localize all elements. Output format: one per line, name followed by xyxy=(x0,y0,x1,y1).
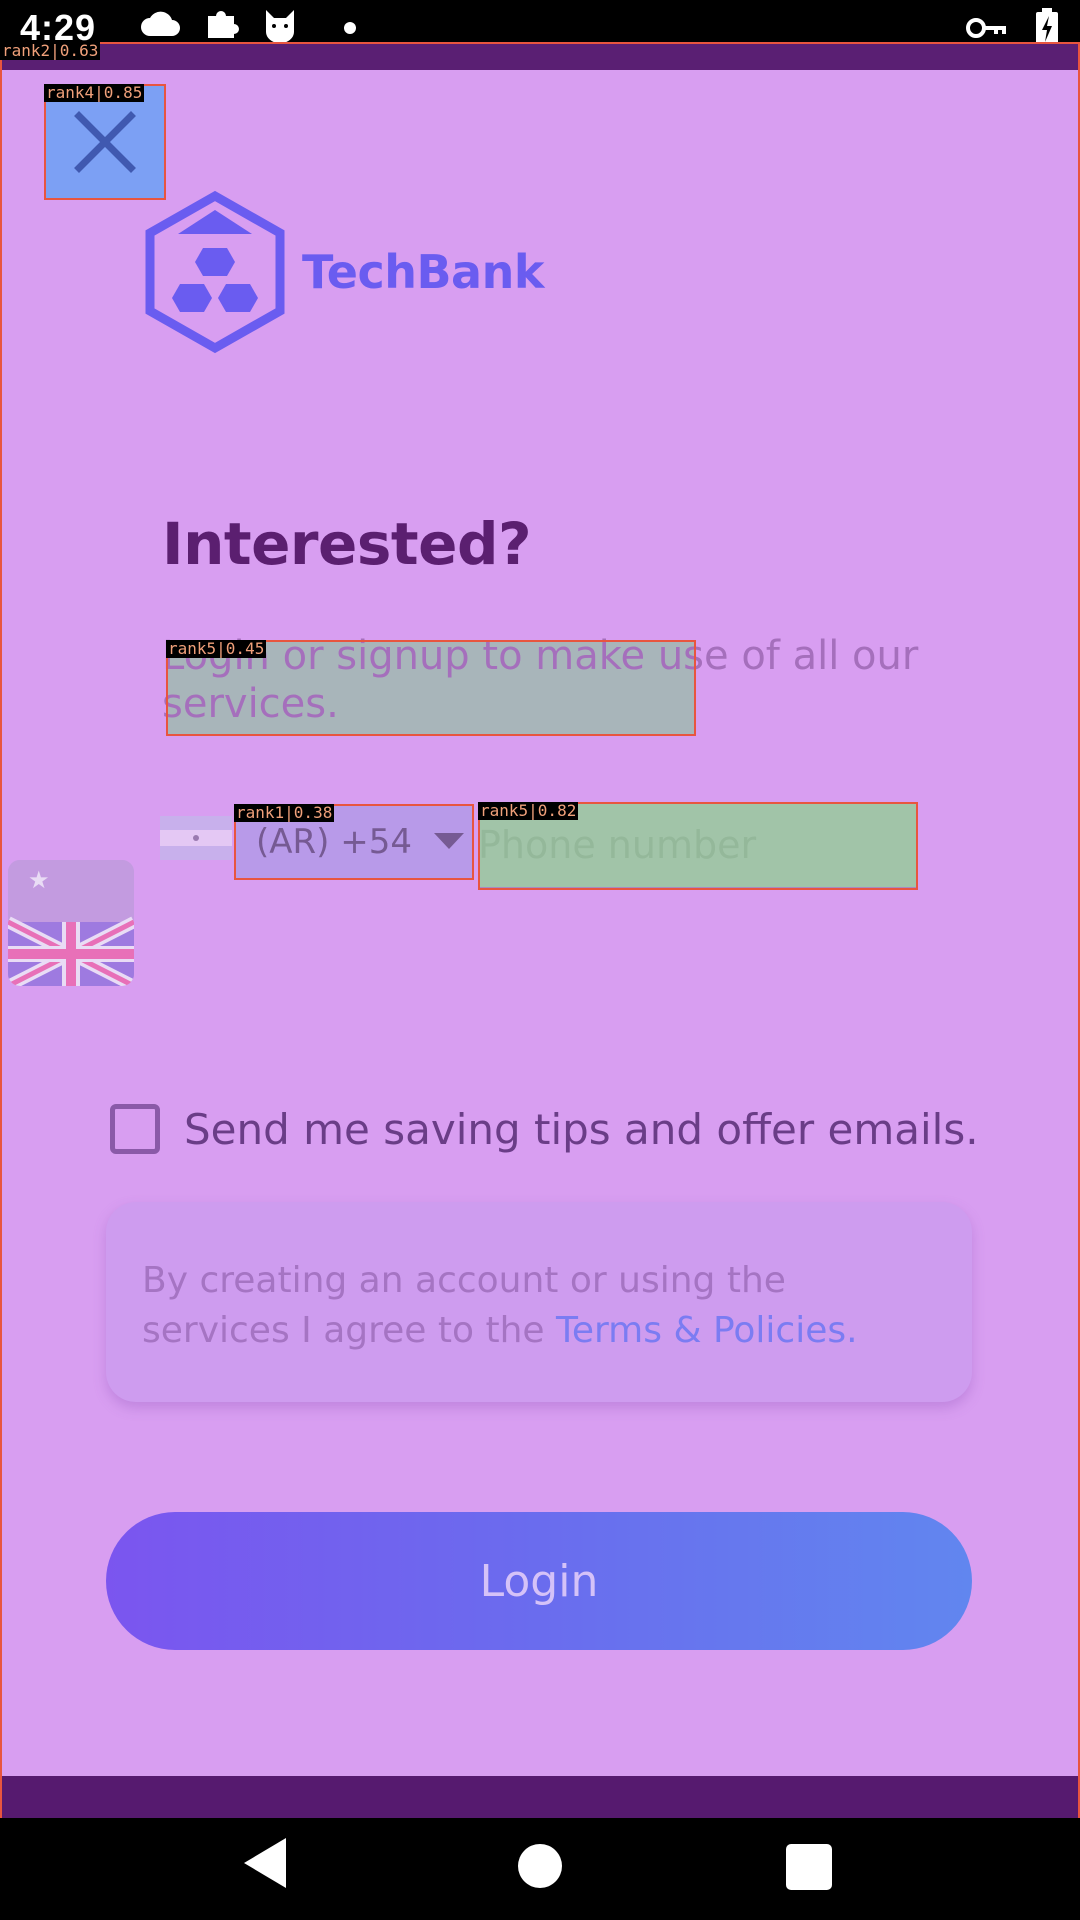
puzzle-icon xyxy=(208,11,239,38)
back-icon[interactable] xyxy=(242,1836,288,1890)
status-icons-left xyxy=(140,6,360,42)
overlay-box-country: rank1|0.38 xyxy=(234,804,474,880)
overlay-label: rank1|0.38 xyxy=(234,803,335,822)
recents-icon[interactable] xyxy=(786,1844,832,1890)
overlay-box-app: rank2|0.63 xyxy=(0,42,1080,1820)
overlay-box-subtext: rank5|0.45 xyxy=(166,640,696,736)
overlay-label: rank5|0.82 xyxy=(478,801,579,820)
overlay-label: rank2|0.63 xyxy=(0,41,101,60)
dot-icon xyxy=(344,22,356,34)
overlay-box-phone: rank5|0.82 xyxy=(478,802,918,890)
overlay-label: rank5|0.45 xyxy=(166,639,267,658)
cloud-icon xyxy=(141,11,180,36)
vpn-key-icon xyxy=(966,18,1006,38)
cat-icon xyxy=(266,10,294,42)
overlay-label: rank4|0.85 xyxy=(44,83,145,102)
home-icon[interactable] xyxy=(518,1844,562,1888)
overlay-box-close: rank4|0.85 xyxy=(44,84,166,200)
status-bar: 4:29 xyxy=(0,0,1080,48)
system-nav-bar xyxy=(0,1818,1080,1920)
